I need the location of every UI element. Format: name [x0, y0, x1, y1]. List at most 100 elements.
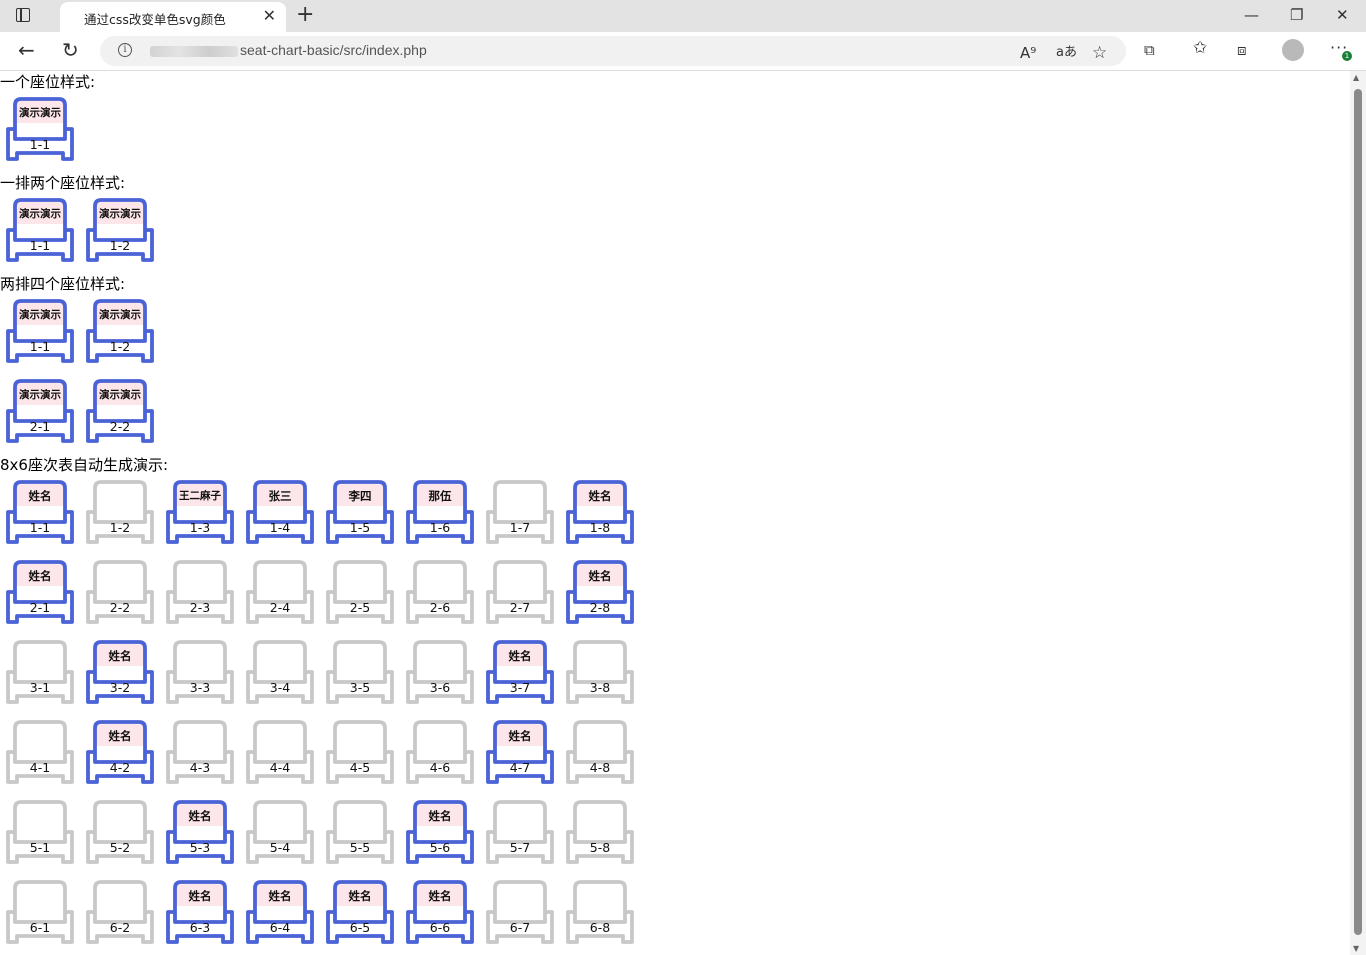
seat-occupied[interactable]: 演示演示 2-1	[4, 377, 76, 449]
seat-number: 2-1	[29, 419, 51, 434]
site-info-icon[interactable]: i	[118, 43, 132, 57]
seat-occupied[interactable]: 姓名 5-6	[404, 798, 476, 870]
add-favorite-icon[interactable]: ☆	[1092, 44, 1107, 62]
seat-empty[interactable]: 4-6	[404, 718, 476, 790]
seat-number: 1-1	[29, 238, 51, 253]
seat-empty[interactable]: 1-7	[484, 478, 556, 550]
collections-icon[interactable]: ⧈	[1237, 41, 1247, 59]
close-window-button[interactable]: ✕	[1336, 6, 1349, 24]
seat-empty[interactable]: 5-2	[84, 798, 156, 870]
seat-occupied[interactable]: 姓名 2-1	[4, 558, 76, 630]
seat-empty[interactable]: 5-5	[324, 798, 396, 870]
seat-number: 4-1	[29, 760, 51, 775]
scroll-up-arrow-icon[interactable]: ▲	[1353, 73, 1359, 82]
seat-empty[interactable]: 6-1	[4, 878, 76, 950]
seat-occupied[interactable]: 演示演示 1-2	[84, 297, 156, 369]
seat-occupied[interactable]: 演示演示 2-2	[84, 377, 156, 449]
seat-occupied[interactable]: 姓名 1-1	[4, 478, 76, 550]
notification-badge: 1	[1342, 51, 1352, 61]
seat-shape-icon	[406, 560, 474, 624]
seat-empty[interactable]: 5-7	[484, 798, 556, 870]
address-bar[interactable]: i seat-chart-basic/src/index.php A⁹ aあ ☆	[100, 36, 1126, 66]
seat-empty[interactable]: 5-4	[244, 798, 316, 870]
seat-occupied[interactable]: 演示演示 1-2	[84, 196, 156, 268]
new-tab-button[interactable]: +	[296, 4, 314, 26]
seat-number: 5-2	[109, 840, 131, 855]
seat-occupied[interactable]: 姓名 5-3	[164, 798, 236, 870]
seat-empty[interactable]: 5-8	[564, 798, 636, 870]
seat-empty[interactable]: 6-2	[84, 878, 156, 950]
seat-empty[interactable]: 3-1	[4, 638, 76, 710]
seat-empty[interactable]: 3-8	[564, 638, 636, 710]
seat-occupied[interactable]: 姓名 6-4	[244, 878, 316, 950]
url-text[interactable]: seat-chart-basic/src/index.php	[240, 42, 427, 58]
seat-empty[interactable]: 4-1	[4, 718, 76, 790]
minimize-button[interactable]: —	[1244, 6, 1259, 24]
seat-occupied[interactable]: 姓名 6-5	[324, 878, 396, 950]
back-button[interactable]: ←	[18, 39, 35, 61]
active-tab[interactable]: 通过css改变单色svg颜色 ✕	[60, 2, 286, 32]
seat-empty[interactable]: 5-1	[4, 798, 76, 870]
seat-empty[interactable]: 2-2	[84, 558, 156, 630]
seat-empty[interactable]: 2-5	[324, 558, 396, 630]
seat-empty[interactable]: 3-4	[244, 638, 316, 710]
seat-occupied[interactable]: 演示演示 1-1	[4, 95, 76, 167]
seat-occupied[interactable]: 姓名 6-3	[164, 878, 236, 950]
seat-shape-icon	[6, 720, 74, 784]
seat-occupied[interactable]: 姓名 1-8	[564, 478, 636, 550]
profile-avatar[interactable]	[1282, 39, 1304, 61]
seat-occupied[interactable]: 姓名 2-8	[564, 558, 636, 630]
translate-icon[interactable]: aあ	[1056, 44, 1077, 62]
restore-button[interactable]: ❐	[1290, 6, 1303, 24]
seat-occupied[interactable]: 姓名 3-2	[84, 638, 156, 710]
extensions-icon[interactable]: ⧉	[1144, 41, 1155, 59]
seat-empty[interactable]: 4-5	[324, 718, 396, 790]
reload-button[interactable]: ↻	[62, 39, 79, 61]
seat-empty[interactable]: 3-3	[164, 638, 236, 710]
vertical-scrollbar[interactable]: ▲ ▼	[1350, 71, 1366, 955]
seat-number: 4-8	[589, 760, 611, 775]
seat-number: 6-2	[109, 920, 131, 935]
seat-empty[interactable]: 4-4	[244, 718, 316, 790]
seat-empty[interactable]: 2-4	[244, 558, 316, 630]
read-aloud-icon[interactable]: A⁹	[1020, 44, 1036, 62]
scroll-down-arrow-icon[interactable]: ▼	[1353, 944, 1359, 953]
seat-occupied[interactable]: 李四 1-5	[324, 478, 396, 550]
seat-empty[interactable]: 4-8	[564, 718, 636, 790]
seat-empty[interactable]: 3-5	[324, 638, 396, 710]
seat-occupied[interactable]: 那伍 1-6	[404, 478, 476, 550]
seat-shape-icon	[246, 800, 314, 864]
seat-occupied[interactable]: 姓名 6-6	[404, 878, 476, 950]
seat-empty[interactable]: 4-3	[164, 718, 236, 790]
scroll-thumb[interactable]	[1354, 89, 1362, 935]
favorites-icon[interactable]: ✩	[1193, 39, 1207, 57]
seat-empty[interactable]: 6-8	[564, 878, 636, 950]
seat-number: 4-3	[189, 760, 211, 775]
seat-empty[interactable]: 2-3	[164, 558, 236, 630]
seat-student-name: 演示演示	[99, 208, 141, 220]
seat-number: 1-1	[29, 520, 51, 535]
seat-number: 1-2	[109, 238, 131, 253]
tab-bar: 通过css改变单色svg颜色 ✕ + — ❐ ✕	[0, 0, 1366, 32]
seat-occupied[interactable]: 姓名 4-7	[484, 718, 556, 790]
seat-shape-icon	[246, 560, 314, 624]
tab-actions-icon[interactable]	[16, 8, 30, 22]
seat-occupied[interactable]: 张三 1-4	[244, 478, 316, 550]
seat-number: 6-6	[429, 920, 451, 935]
seat-empty[interactable]: 2-7	[484, 558, 556, 630]
seat-occupied[interactable]: 演示演示 1-1	[4, 297, 76, 369]
section-heading: 一个座位样式:	[0, 73, 96, 91]
seat-occupied[interactable]: 王二麻子 1-3	[164, 478, 236, 550]
seat-empty[interactable]: 1-2	[84, 478, 156, 550]
tab-close-icon[interactable]: ✕	[263, 8, 276, 24]
seat-empty[interactable]: 6-7	[484, 878, 556, 950]
seat-occupied[interactable]: 姓名 3-7	[484, 638, 556, 710]
seat-occupied[interactable]: 姓名 4-2	[84, 718, 156, 790]
seat-shape-icon	[326, 800, 394, 864]
seat-number: 1-7	[509, 520, 531, 535]
seat-empty[interactable]: 3-6	[404, 638, 476, 710]
seat-occupied[interactable]: 演示演示 1-1	[4, 196, 76, 268]
seat-shape-icon	[6, 880, 74, 944]
seat-empty[interactable]: 2-6	[404, 558, 476, 630]
seat-number: 2-4	[269, 600, 291, 615]
